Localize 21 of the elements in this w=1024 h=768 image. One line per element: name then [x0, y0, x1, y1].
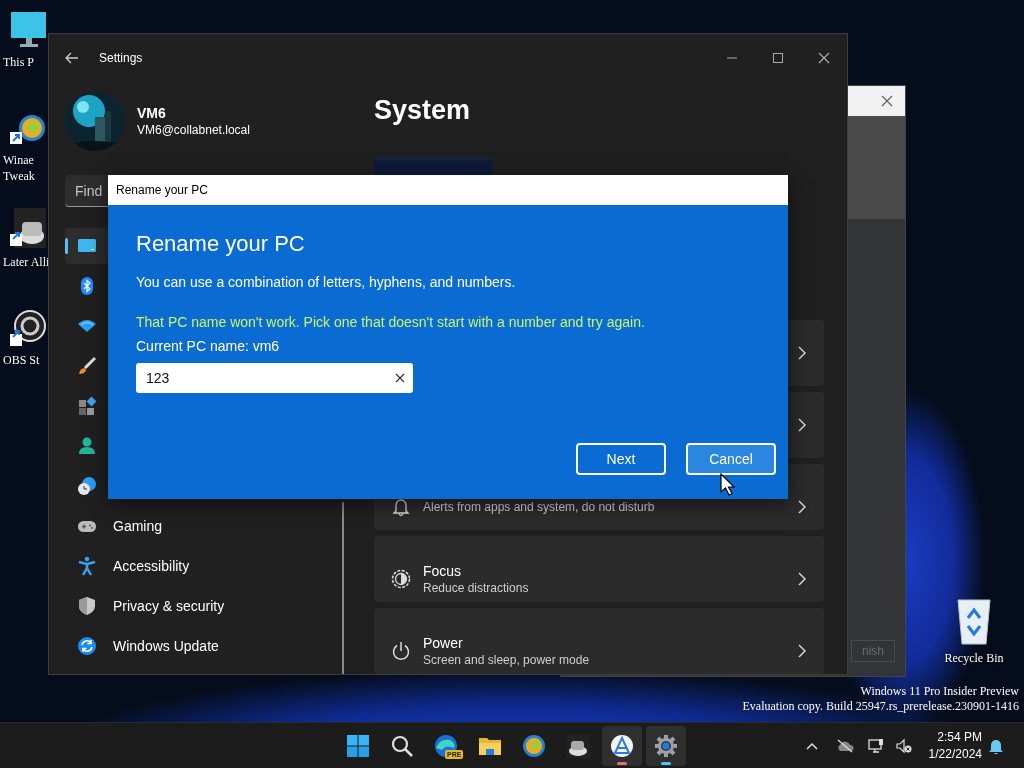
user-email: VM6@collabnet.local — [137, 122, 250, 138]
window-title: Settings — [99, 51, 143, 65]
dialog-heading: Rename your PC — [136, 230, 305, 258]
card-title: Focus — [423, 562, 462, 580]
card-title: Power — [423, 634, 463, 652]
current-name-text: Current PC name: vm6 — [136, 337, 280, 355]
watermark-text: Evaluation copy. Build 25947.rs_prerelease.230901-1416 — [742, 699, 1019, 714]
icon-label: OBS St — [2, 352, 40, 368]
dialog-title: Rename your PC — [108, 175, 788, 205]
page-heading: System — [374, 94, 472, 126]
card-subtitle: Alerts from apps and system, do not disturb — [423, 499, 655, 515]
icon-label: Later Alli — [2, 254, 50, 270]
card-subtitle: Screen and sleep, power mode — [423, 652, 590, 668]
user-name: VM6 — [137, 104, 167, 122]
icon-label: Recycle Bin — [944, 650, 1004, 666]
icon-label: This P — [2, 54, 34, 70]
watermark-text: Windows 11 Pro Insider Preview — [860, 684, 1019, 699]
icon-label: Winae Tweak — [2, 152, 35, 184]
card-subtitle: Reduce distractions — [423, 580, 529, 596]
description-text: You can use a combination of letters, hyphens, and numbers. — [136, 273, 516, 291]
error-message: That PC name won't work. Pick one that doesn't start with a number and try again. — [136, 313, 645, 331]
